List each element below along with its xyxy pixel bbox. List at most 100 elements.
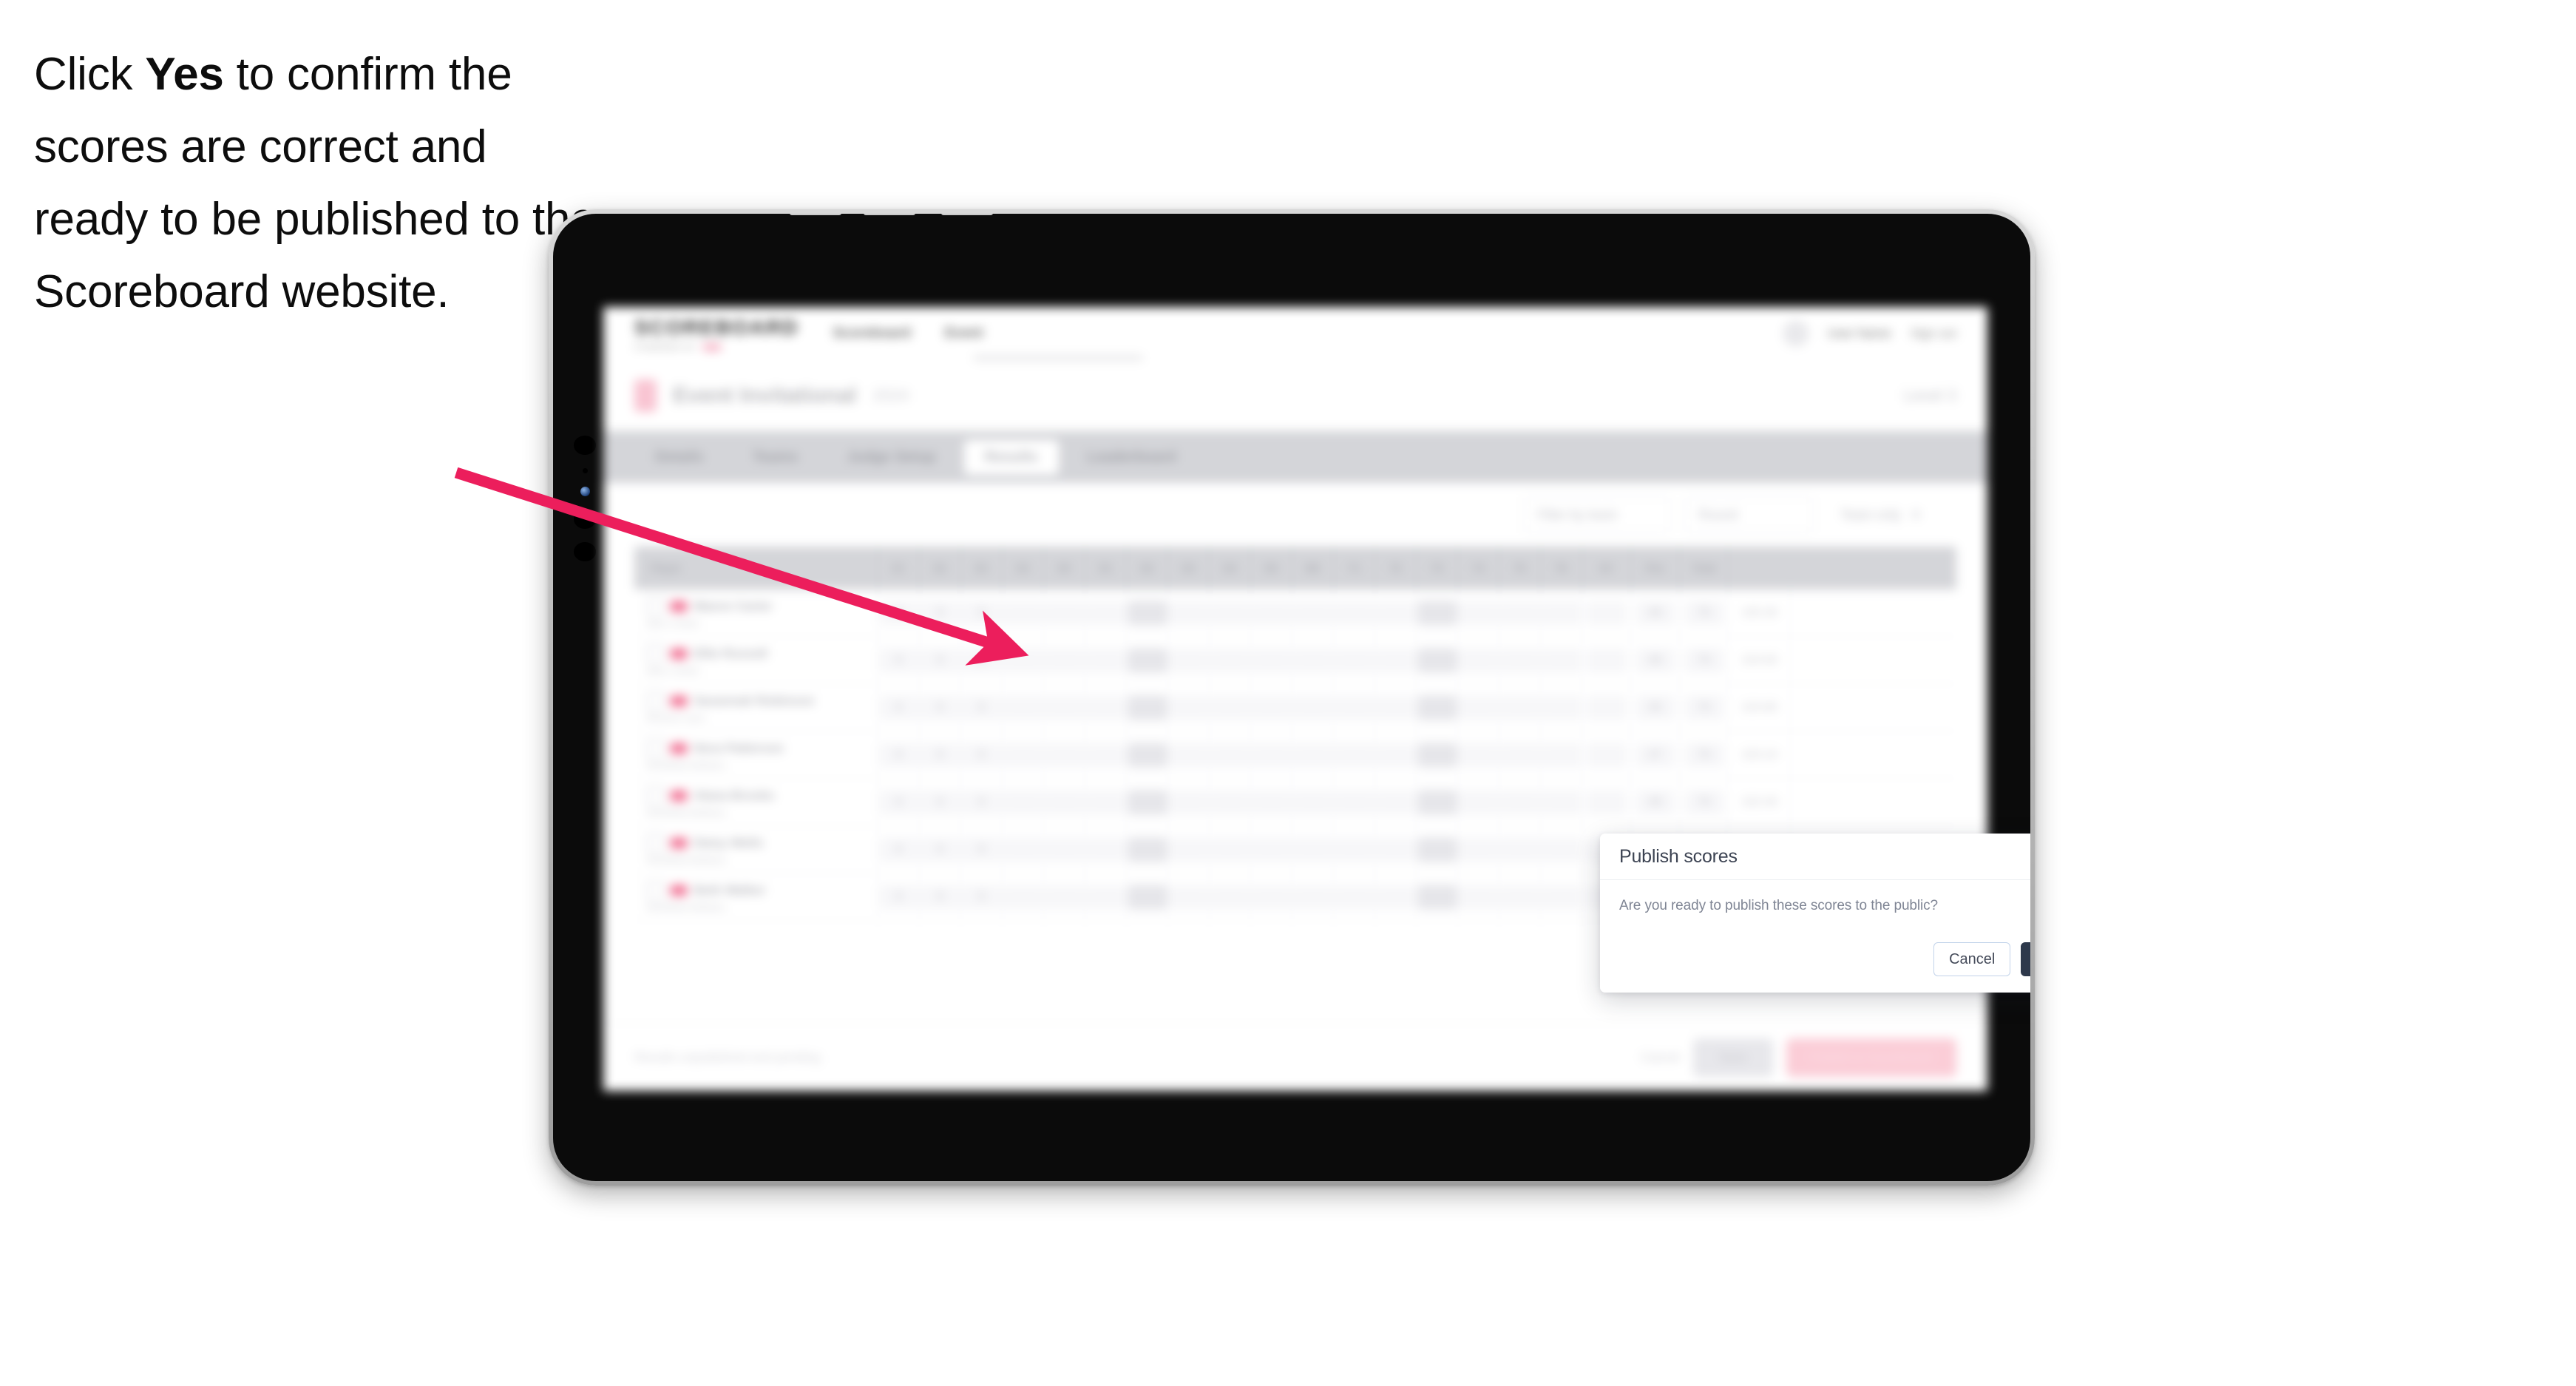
table-cell-score[interactable] xyxy=(1499,731,1541,778)
table-cell-score[interactable]: 70 xyxy=(1680,589,1729,636)
table-cell-score[interactable] xyxy=(1127,779,1168,825)
table-cell-score[interactable]: 9 xyxy=(878,684,920,731)
table-cell-score[interactable] xyxy=(1127,589,1168,636)
footer-publish-button[interactable]: Publish to Scoreboard xyxy=(1786,1038,1956,1077)
row-checkbox[interactable] xyxy=(646,739,664,757)
tab-judge-setup[interactable]: Judge Setup xyxy=(826,440,956,475)
table-cell-score[interactable] xyxy=(1417,637,1458,683)
table-cell-score[interactable] xyxy=(1458,684,1499,731)
table-cell-score[interactable] xyxy=(1582,731,1631,778)
table-cell-score[interactable] xyxy=(1168,684,1210,731)
table-cell-score[interactable] xyxy=(1458,637,1499,683)
table-cell-score[interactable] xyxy=(1541,637,1582,683)
table-cell-score[interactable]: 9 xyxy=(961,684,1003,731)
table-cell-score[interactable]: 70 xyxy=(1680,731,1729,778)
table-cell-score[interactable] xyxy=(1292,684,1334,731)
row-checkbox[interactable] xyxy=(646,786,664,805)
table-cell-score[interactable] xyxy=(1085,589,1127,636)
table-cell-score[interactable] xyxy=(1210,589,1251,636)
row-checkbox[interactable] xyxy=(646,881,664,899)
footer-cancel-link[interactable]: Cancel xyxy=(1641,1050,1680,1065)
table-cell-score[interactable] xyxy=(1417,589,1458,636)
table-cell-score[interactable] xyxy=(1417,826,1458,873)
table-cell-score[interactable] xyxy=(1541,826,1582,873)
table-cell-score[interactable]: 9 xyxy=(920,826,961,873)
table-cell-score[interactable] xyxy=(1003,873,1044,920)
table-cell-score[interactable] xyxy=(1292,637,1334,683)
app-logo[interactable]: SCOREBOARD POWERED BY xyxy=(634,316,799,352)
table-cell-score[interactable]: 46 xyxy=(1631,589,1680,636)
table-cell-score[interactable]: 9 xyxy=(961,873,1003,920)
table-cell-score[interactable]: 46 xyxy=(1631,637,1680,683)
table-cell-score[interactable] xyxy=(1458,826,1499,873)
table-cell-score[interactable] xyxy=(1499,589,1541,636)
footer-save-button[interactable]: Save xyxy=(1693,1038,1773,1077)
tab-details[interactable]: Details xyxy=(634,440,725,475)
table-cell-score[interactable] xyxy=(1003,826,1044,873)
table-cell-score[interactable] xyxy=(1251,589,1292,636)
table-cell-score[interactable] xyxy=(1210,873,1251,920)
table-cell-score[interactable] xyxy=(1375,731,1417,778)
table-cell-score[interactable] xyxy=(1044,589,1085,636)
cancel-button[interactable]: Cancel xyxy=(1933,942,2011,976)
table-cell-score[interactable] xyxy=(1582,684,1631,731)
table-cell-score[interactable] xyxy=(1375,589,1417,636)
table-cell-score[interactable] xyxy=(1499,873,1541,920)
table-cell-score[interactable]: 9 xyxy=(878,637,920,683)
table-cell-score[interactable] xyxy=(1334,826,1375,873)
table-cell-score[interactable] xyxy=(1251,779,1292,825)
table-cell-score[interactable] xyxy=(1417,873,1458,920)
table-cell-score[interactable]: 9 xyxy=(920,731,961,778)
table-cell-score[interactable] xyxy=(1168,779,1210,825)
table-cell-score[interactable] xyxy=(1044,684,1085,731)
table-cell-score[interactable] xyxy=(1334,637,1375,683)
table-cell-score[interactable]: 47 xyxy=(1631,731,1680,778)
table-cell-score[interactable] xyxy=(1168,637,1210,683)
table-cell-score[interactable] xyxy=(1044,826,1085,873)
table-cell-score[interactable] xyxy=(1168,873,1210,920)
table-cell-score[interactable] xyxy=(1003,684,1044,731)
table-cell-score[interactable]: 9 xyxy=(961,731,1003,778)
table-cell-score[interactable] xyxy=(1334,684,1375,731)
table-cell-score[interactable] xyxy=(1085,826,1127,873)
table-cell-score[interactable]: 9 xyxy=(920,637,961,683)
row-checkbox[interactable] xyxy=(646,692,664,710)
table-cell-score[interactable] xyxy=(1085,731,1127,778)
tab-leaderboard[interactable]: Leaderboard xyxy=(1066,440,1197,475)
table-cell-score[interactable] xyxy=(1334,873,1375,920)
table-cell-score[interactable] xyxy=(1458,779,1499,825)
row-checkbox[interactable] xyxy=(646,597,664,615)
table-cell-score[interactable] xyxy=(1044,873,1085,920)
table-cell-score[interactable] xyxy=(1127,637,1168,683)
table-cell-score[interactable] xyxy=(1003,637,1044,683)
table-cell-score[interactable] xyxy=(1044,779,1085,825)
table-cell-score[interactable]: 70 xyxy=(1680,779,1729,825)
table-cell-score[interactable] xyxy=(1292,873,1334,920)
table-cell-score[interactable] xyxy=(1251,684,1292,731)
table-cell-score[interactable] xyxy=(1085,684,1127,731)
table-row[interactable]: Ellie Russell Apex United 9 9 9 46 70 104.60 xyxy=(634,637,1956,684)
table-cell-score[interactable] xyxy=(1127,826,1168,873)
table-cell-score[interactable]: 9 xyxy=(961,779,1003,825)
avatar[interactable] xyxy=(1783,321,1809,346)
table-cell-score[interactable]: 9 xyxy=(961,589,1003,636)
table-cell-score[interactable] xyxy=(1541,731,1582,778)
table-cell-score[interactable] xyxy=(1499,684,1541,731)
yes-button[interactable]: Yes xyxy=(2021,942,2030,976)
filter-teamonly-select[interactable]: Team only ✕ xyxy=(1827,497,1956,533)
row-checkbox[interactable] xyxy=(646,834,664,852)
table-cell-score[interactable]: 9 xyxy=(920,684,961,731)
table-cell-score[interactable]: 9 xyxy=(878,731,920,778)
table-cell-score[interactable] xyxy=(1375,873,1417,920)
table-cell-score[interactable] xyxy=(1292,589,1334,636)
table-cell-score[interactable] xyxy=(1251,826,1292,873)
filter-team-select[interactable]: Filter by team xyxy=(1523,497,1671,533)
table-cell-score[interactable] xyxy=(1292,731,1334,778)
filter-round-select[interactable]: Round xyxy=(1684,497,1814,533)
table-cell-score[interactable] xyxy=(1210,826,1251,873)
nav-signout-link[interactable]: Sign out xyxy=(1911,326,1956,341)
table-cell-score[interactable]: 70 xyxy=(1680,637,1729,683)
table-cell-score[interactable] xyxy=(1168,589,1210,636)
table-cell-score[interactable] xyxy=(1458,873,1499,920)
table-cell-score[interactable] xyxy=(1292,826,1334,873)
